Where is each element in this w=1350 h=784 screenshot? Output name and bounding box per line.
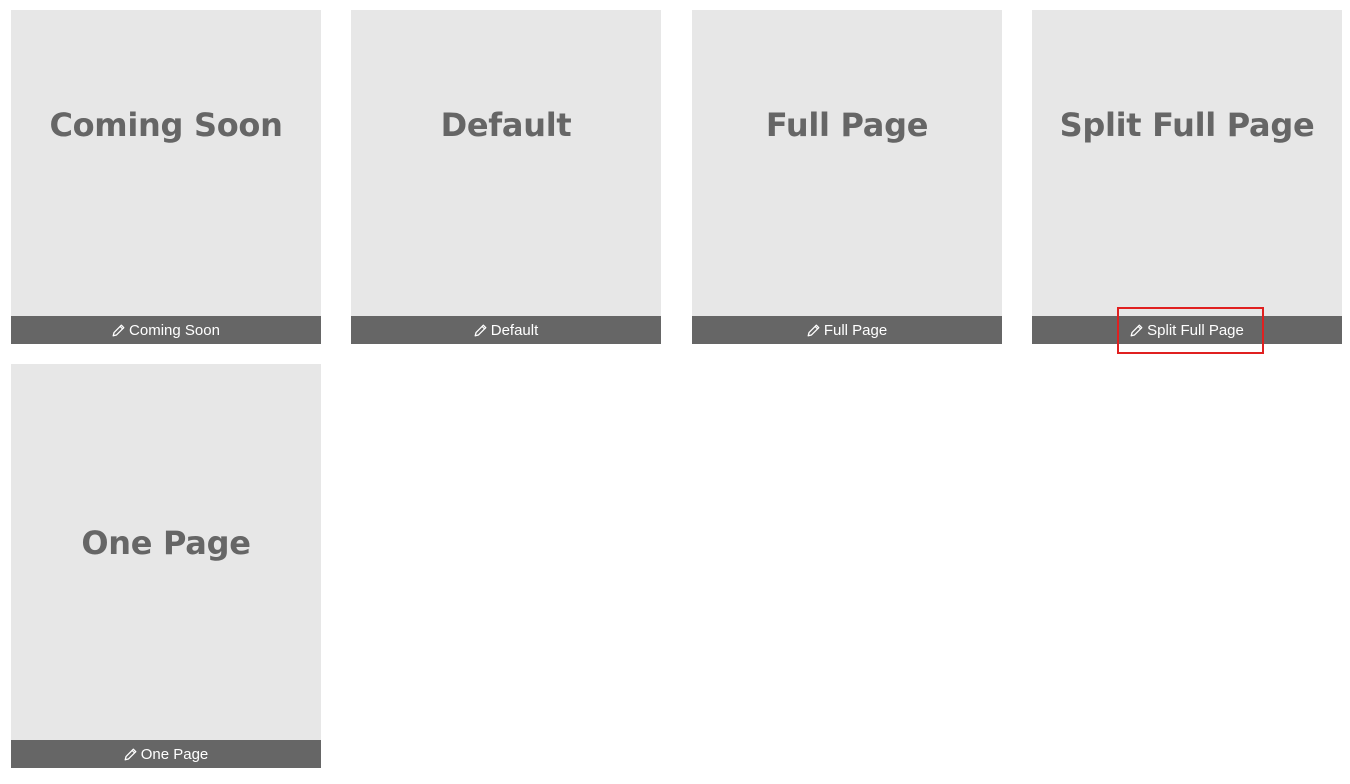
template-card-coming-soon: Coming Soon Coming Soon (11, 10, 321, 344)
template-card-default: Default Default (351, 10, 661, 344)
pencil-icon (807, 324, 820, 337)
template-card-split-full-page: Split Full Page Split Full Page (1032, 10, 1342, 344)
edit-link[interactable]: Coming Soon (112, 322, 220, 339)
card-title: One Page (81, 524, 251, 562)
pencil-icon (112, 324, 125, 337)
card-title: Full Page (765, 106, 929, 144)
template-card-full-page: Full Page Full Page (692, 10, 1002, 344)
card-edit-bar[interactable]: Coming Soon (11, 316, 321, 344)
edit-link-label: One Page (140, 745, 209, 763)
edit-link-label: Default (490, 321, 539, 339)
edit-link[interactable]: Default (474, 321, 539, 339)
edit-link-label: Full Page (823, 321, 888, 339)
pencil-icon (124, 748, 137, 761)
card-title: Coming Soon (49, 106, 283, 144)
template-card-one-page: One Page One Page (11, 364, 321, 768)
edit-link-label: Coming Soon (129, 321, 220, 339)
pencil-icon (1130, 324, 1143, 337)
card-edit-bar[interactable]: One Page (11, 740, 321, 768)
card-edit-bar[interactable]: Full Page (692, 316, 1002, 344)
edit-link[interactable]: Full Page (807, 322, 887, 339)
card-edit-bar[interactable]: Split Full Page (1032, 316, 1342, 344)
pencil-icon (474, 324, 487, 337)
card-title: Default (440, 106, 572, 144)
edit-link[interactable]: Split Full Page (1130, 322, 1244, 339)
edit-link-label: Split Full Page (1147, 321, 1244, 339)
card-title: Split Full Page (1059, 106, 1315, 144)
card-edit-bar[interactable]: Default (351, 316, 661, 344)
edit-link[interactable]: One Page (124, 745, 209, 763)
